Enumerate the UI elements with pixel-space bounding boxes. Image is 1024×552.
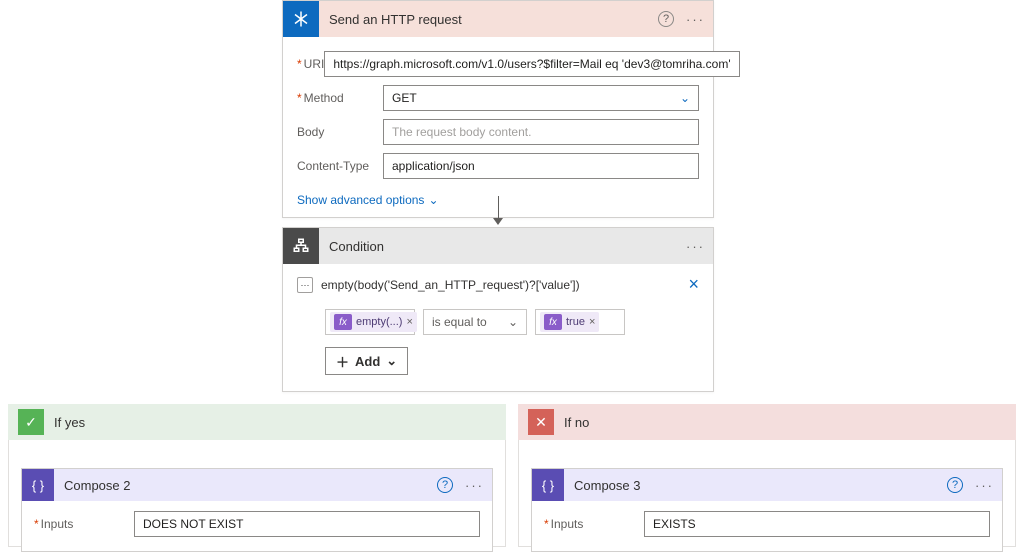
branch-yes-title: If yes xyxy=(54,415,85,430)
help-icon[interactable]: ? xyxy=(947,477,963,493)
action-header[interactable]: Send an HTTP request ? ··· xyxy=(283,1,713,37)
inputs-input[interactable]: DOES NOT EXIST xyxy=(134,511,480,537)
braces-icon: { } xyxy=(22,469,54,501)
body-label: Body xyxy=(297,125,383,139)
help-icon[interactable]: ? xyxy=(658,11,674,27)
compose-header[interactable]: { } Compose 3 ? ··· xyxy=(532,469,1002,501)
more-icon[interactable]: ··· xyxy=(686,239,705,254)
check-icon: ✓ xyxy=(18,409,44,435)
expression-peek-icon: ··· xyxy=(297,277,313,293)
compose-title: Compose 2 xyxy=(64,478,437,493)
condition-right-input[interactable]: fx true × xyxy=(535,309,625,335)
inputs-input[interactable]: EXISTS xyxy=(644,511,990,537)
action-http-request[interactable]: Send an HTTP request ? ··· URI https://g… xyxy=(282,0,714,218)
operator-select[interactable]: is equal to ⌄ xyxy=(423,309,527,335)
branch-no-title: If no xyxy=(564,415,589,430)
method-label: Method xyxy=(297,91,383,105)
braces-icon: { } xyxy=(532,469,564,501)
chevron-down-icon: ⌄ xyxy=(428,193,438,207)
condition-rule-row: fx empty(...) × is equal to ⌄ fx true × xyxy=(325,309,699,335)
action-title: Send an HTTP request xyxy=(329,12,658,27)
compose-header[interactable]: { } Compose 2 ? ··· xyxy=(22,469,492,501)
condition-title: Condition xyxy=(329,239,686,254)
condition-header[interactable]: Condition ··· xyxy=(283,228,713,264)
chevron-down-icon: ⌄ xyxy=(680,91,690,105)
branch-no-header: ✕ If no xyxy=(518,404,1016,440)
chevron-down-icon: ⌄ xyxy=(386,353,397,369)
more-icon[interactable]: ··· xyxy=(686,12,705,27)
add-row-button[interactable]: ＋ Add ⌄ xyxy=(325,347,408,375)
compose-title: Compose 3 xyxy=(574,478,947,493)
uri-label: URI xyxy=(297,57,324,71)
content-type-input[interactable]: application/json xyxy=(383,153,699,179)
branch-yes-header: ✓ If yes xyxy=(8,404,506,440)
plus-icon: ＋ xyxy=(336,352,349,371)
action-condition[interactable]: Condition ··· ··· empty(body('Send_an_HT… xyxy=(282,227,714,392)
expression-pill[interactable]: fx empty(...) × xyxy=(330,312,417,332)
inputs-label: Inputs xyxy=(544,517,644,531)
fx-icon: fx xyxy=(334,314,352,330)
uri-input[interactable]: https://graph.microsoft.com/v1.0/users?$… xyxy=(324,51,739,77)
branch-no: ✕ If no { } Compose 3 ? ··· Inputs EXIST… xyxy=(518,404,1016,547)
method-select[interactable]: GET ⌄ xyxy=(383,85,699,111)
remove-icon[interactable]: × xyxy=(406,316,412,328)
close-icon[interactable]: × xyxy=(688,274,699,295)
content-type-label: Content-Type xyxy=(297,159,383,173)
fx-icon: fx xyxy=(544,314,562,330)
action-compose-3[interactable]: { } Compose 3 ? ··· Inputs EXISTS xyxy=(531,468,1003,552)
help-icon[interactable]: ? xyxy=(437,477,453,493)
expression-text: empty(body('Send_an_HTTP_request')?['val… xyxy=(321,278,580,292)
show-advanced-link[interactable]: Show advanced options ⌄ xyxy=(297,193,439,207)
condition-body: ··· empty(body('Send_an_HTTP_request')?[… xyxy=(283,264,713,391)
body-input[interactable]: The request body content. xyxy=(383,119,699,145)
action-compose-2[interactable]: { } Compose 2 ? ··· Inputs DOES NOT EXIS… xyxy=(21,468,493,552)
branch-icon xyxy=(283,228,319,264)
x-icon: ✕ xyxy=(528,409,554,435)
chevron-down-icon: ⌄ xyxy=(508,315,518,329)
snowflake-icon xyxy=(283,1,319,37)
remove-icon[interactable]: × xyxy=(589,316,595,328)
more-icon[interactable]: ··· xyxy=(465,478,484,493)
branch-yes: ✓ If yes { } Compose 2 ? ··· Inputs DOES… xyxy=(8,404,506,547)
condition-left-input[interactable]: fx empty(...) × xyxy=(325,309,415,335)
inputs-label: Inputs xyxy=(34,517,134,531)
more-icon[interactable]: ··· xyxy=(975,478,994,493)
action-body: URI https://graph.microsoft.com/v1.0/use… xyxy=(283,37,713,217)
expression-pill[interactable]: fx true × xyxy=(540,312,599,332)
